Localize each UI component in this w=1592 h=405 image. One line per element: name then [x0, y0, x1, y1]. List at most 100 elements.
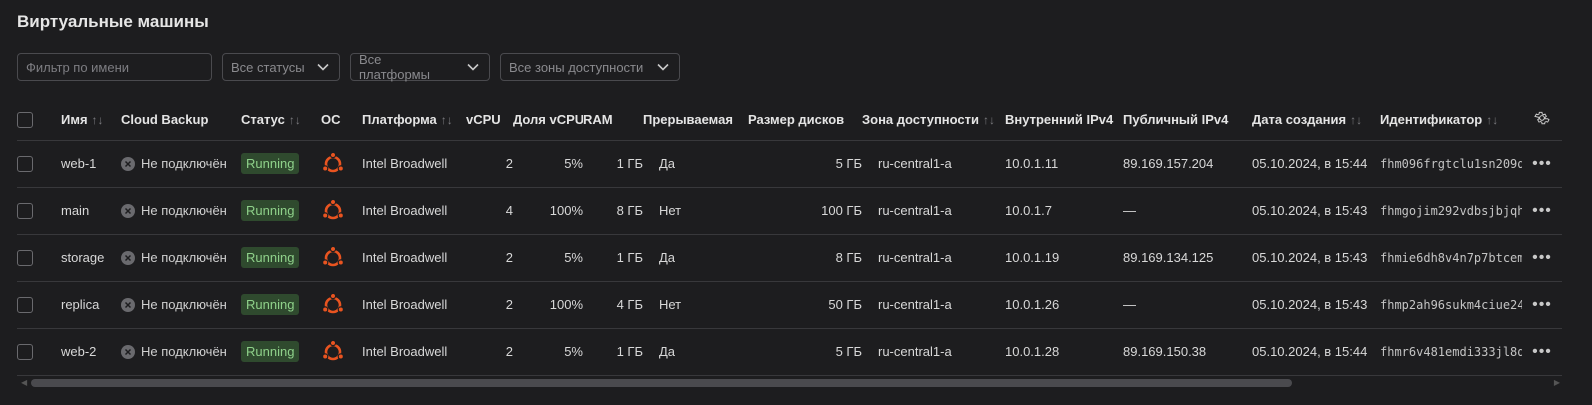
- vm-created: 05.10.2024, в 15:44: [1252, 344, 1368, 359]
- vm-id: fhmgojim292vdbsjbjqh: [1380, 203, 1522, 218]
- ubuntu-icon: [321, 292, 345, 313]
- table-row[interactable]: storage Не подключён Running Intel Broad…: [17, 234, 1562, 281]
- row-checkbox[interactable]: [17, 202, 33, 219]
- vm-vcpu: 2: [505, 297, 513, 312]
- vm-internal-ip: 10.0.1.26: [1005, 297, 1060, 312]
- chevron-down-icon: [467, 63, 479, 71]
- zone-filter-select[interactable]: Все зоны доступности: [500, 53, 680, 81]
- vm-platform: Intel Broadwell: [362, 344, 448, 359]
- vm-ram: 8 ГБ: [616, 203, 643, 218]
- vm-created: 05.10.2024, в 15:43: [1252, 203, 1368, 218]
- more-actions-icon[interactable]: •••: [1522, 328, 1562, 375]
- column-header-disk: Размер дисков: [748, 111, 845, 127]
- ubuntu-icon: [321, 339, 345, 360]
- column-header-platform[interactable]: Платформа ↑↓: [362, 99, 466, 140]
- vm-name[interactable]: replica: [61, 281, 121, 328]
- backup-status: Не подключён: [121, 203, 227, 218]
- vm-vcpu-share: 5%: [564, 344, 583, 359]
- scroll-left-arrow-icon[interactable]: ◀: [21, 378, 27, 387]
- row-checkbox[interactable]: [17, 155, 33, 172]
- vm-public-ip: 89.169.157.204: [1123, 156, 1214, 171]
- status-badge: Running: [241, 153, 300, 174]
- scrollbar-thumb[interactable]: [31, 379, 1292, 387]
- platform-filter-select[interactable]: Все платформы: [350, 52, 490, 82]
- column-header-public-ip: Публичный IPv4: [1123, 111, 1229, 127]
- vm-created: 05.10.2024, в 15:43: [1252, 250, 1368, 265]
- vm-id: fhmp2ah96sukm4ciue24: [1380, 297, 1522, 312]
- status-badge: Running: [241, 247, 300, 268]
- vm-public-ip: 89.169.150.38: [1123, 344, 1207, 359]
- vm-name[interactable]: storage: [61, 234, 121, 281]
- vm-preemptible: Нет: [659, 297, 682, 312]
- row-checkbox[interactable]: [17, 296, 33, 313]
- more-actions-icon[interactable]: •••: [1522, 234, 1562, 281]
- vm-ram: 1 ГБ: [616, 250, 643, 265]
- scroll-right-arrow-icon[interactable]: ▶: [1554, 378, 1560, 387]
- backup-status: Не подключён: [121, 344, 227, 359]
- vm-name[interactable]: main: [61, 187, 121, 234]
- more-actions-icon[interactable]: •••: [1522, 281, 1562, 328]
- vm-id: fhmie6dh8v4n7p7btcem: [1380, 250, 1522, 265]
- ubuntu-icon: [321, 198, 345, 219]
- row-checkbox[interactable]: [17, 249, 33, 266]
- vm-id: fhm096frgtclu1sn209q: [1380, 156, 1522, 171]
- vm-internal-ip: 10.0.1.11: [1005, 156, 1059, 171]
- status-badge: Running: [241, 294, 300, 315]
- column-header-ram: RAM: [583, 111, 613, 127]
- row-checkbox[interactable]: [17, 343, 33, 360]
- filter-bar: Все статусы Все платформы Все зоны досту…: [17, 52, 680, 82]
- vm-name[interactable]: web-2: [61, 328, 121, 375]
- backup-status: Не подключён: [121, 156, 227, 171]
- column-header-vcpu: vCPU: [466, 111, 501, 127]
- vm-vcpu: 2: [505, 156, 513, 171]
- table-header-row: Имя ↑↓ Cloud Backup Статус ↑↓ ОС Платформа…: [17, 99, 1562, 140]
- column-header-status[interactable]: Статус ↑↓: [241, 99, 321, 140]
- table-row[interactable]: main Не подключён Running Intel Broadwel…: [17, 187, 1562, 234]
- not-connected-icon: [121, 203, 135, 218]
- column-header-zone[interactable]: Зона доступности ↑↓: [862, 99, 1005, 140]
- status-filter-select[interactable]: Все статусы: [222, 53, 340, 81]
- column-header-created[interactable]: Дата создания ↑↓: [1252, 99, 1380, 140]
- vm-ram: 1 ГБ: [616, 344, 643, 359]
- vm-platform: Intel Broadwell: [362, 156, 448, 171]
- chevron-down-icon: [657, 63, 669, 71]
- gear-icon[interactable]: [1534, 111, 1550, 129]
- horizontal-scrollbar[interactable]: ◀ ▶: [17, 377, 1562, 389]
- name-filter-input[interactable]: [17, 53, 212, 81]
- vm-vcpu: 2: [505, 344, 513, 359]
- table-row[interactable]: web-1 Не подключён Running Intel Broadwe…: [17, 140, 1562, 187]
- table-row[interactable]: replica Не подключён Running Intel Broad…: [17, 281, 1562, 328]
- not-connected-icon: [121, 297, 135, 312]
- more-actions-icon[interactable]: •••: [1522, 187, 1562, 234]
- table-row[interactable]: web-2 Не подключён Running Intel Broadwe…: [17, 328, 1562, 375]
- vm-vcpu-share: 100%: [549, 203, 583, 218]
- vm-zone: ru-central1-a: [878, 156, 952, 171]
- vm-created: 05.10.2024, в 15:44: [1252, 156, 1368, 171]
- vm-disk: 8 ГБ: [835, 250, 862, 265]
- ubuntu-icon: [321, 245, 345, 266]
- column-header-id[interactable]: Идентификатор ↑↓: [1380, 99, 1522, 140]
- status-badge: Running: [241, 341, 300, 362]
- vm-preemptible: Нет: [659, 203, 682, 218]
- platform-filter-value: Все платформы: [359, 52, 430, 82]
- vm-id: fhmr6v481emdi333jl8q: [1380, 344, 1522, 359]
- vm-zone: ru-central1-a: [878, 297, 952, 312]
- vm-platform: Intel Broadwell: [362, 297, 448, 312]
- not-connected-icon: [121, 250, 135, 265]
- select-all-checkbox[interactable]: [17, 111, 33, 128]
- more-actions-icon[interactable]: •••: [1522, 140, 1562, 187]
- sort-icon: ↑↓: [1486, 112, 1499, 127]
- vm-internal-ip: 10.0.1.7: [1005, 203, 1052, 218]
- column-header-name[interactable]: Имя ↑↓: [61, 99, 121, 140]
- vm-disk: 50 ГБ: [828, 297, 862, 312]
- not-connected-icon: [121, 344, 135, 359]
- vm-public-ip: —: [1123, 297, 1136, 312]
- vm-vcpu: 4: [505, 203, 513, 218]
- vm-preemptible: Да: [659, 156, 676, 171]
- vm-name[interactable]: web-1: [61, 140, 121, 187]
- vm-vcpu-share: 5%: [564, 250, 583, 265]
- sort-icon: ↑↓: [288, 112, 301, 127]
- column-header-backup: Cloud Backup: [121, 111, 209, 127]
- vm-ram: 4 ГБ: [616, 297, 643, 312]
- vm-platform: Intel Broadwell: [362, 250, 448, 265]
